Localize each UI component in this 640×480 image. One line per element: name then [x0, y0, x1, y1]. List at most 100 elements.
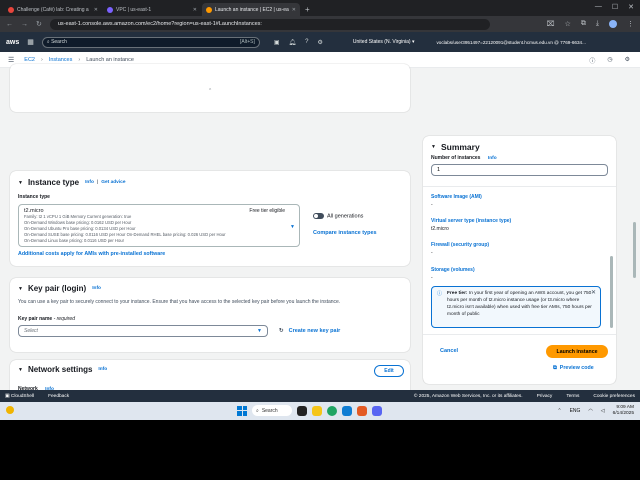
copyright-text: © 2025, Amazon Web Services, Inc. or its… — [413, 393, 523, 399]
region-selector[interactable]: United States (N. Virginia) ▾ — [353, 39, 415, 45]
download-icon[interactable]: ⤓ — [596, 20, 599, 28]
volume-icon[interactable]: ◁ — [601, 408, 605, 414]
close-icon[interactable]: ✕ — [591, 290, 596, 297]
breadcrumb-ec2[interactable]: EC2 — [24, 57, 35, 63]
wifi-icon[interactable]: ◠ — [588, 408, 592, 414]
file-explorer-icon[interactable] — [312, 405, 322, 416]
page-scrollbar[interactable] — [633, 222, 636, 278]
privacy-link[interactable]: Privacy — [537, 394, 553, 399]
tab-title: Challenge (Café) lab: Creating a — [17, 6, 89, 13]
menu-icon[interactable]: ☰ — [8, 56, 14, 64]
language-indicator[interactable]: ENG — [570, 408, 581, 414]
back-icon[interactable]: ← — [6, 21, 13, 28]
browser-tab-vpc[interactable]: VPC | us-east-1 ✕ — [103, 3, 201, 16]
chevron-up-icon[interactable]: ⌃ — [557, 408, 561, 414]
app-icon[interactable] — [357, 405, 367, 416]
clock-icon[interactable]: ◷ — [607, 56, 612, 65]
weather-widget[interactable] — [6, 406, 14, 414]
breadcrumb-instances[interactable]: Instances — [49, 57, 73, 63]
close-tab-icon[interactable]: ✕ — [193, 7, 197, 13]
settings-icon[interactable]: ⚙ — [318, 39, 323, 46]
collapse-caret-icon: ⌃ — [208, 88, 213, 94]
browser-actions: ⌧ ☆ ⧉ ⤓ ⋮ — [547, 20, 634, 28]
close-window-icon[interactable]: ✕ — [628, 3, 634, 11]
cloudshell-icon[interactable]: ▣ — [274, 39, 280, 46]
clock[interactable]: 9:09 AM 6/14/2025 — [613, 405, 634, 417]
gear-icon[interactable]: ⚙ — [625, 56, 630, 65]
preview-code-button[interactable]: ⧉ Preview code — [553, 365, 594, 372]
info-link[interactable]: Info — [98, 367, 107, 372]
caret-down-icon: ▼ — [290, 224, 295, 230]
maximize-icon[interactable]: ☐ — [612, 3, 618, 11]
launch-instance-button[interactable]: Launch instance — [546, 345, 608, 358]
expand-caret-icon[interactable]: ▼ — [18, 286, 23, 292]
chrome-icon[interactable] — [327, 405, 337, 416]
summary-firewall-link[interactable]: Firewall (security group) — [431, 242, 489, 248]
cookie-preferences-link[interactable]: Cookie preferences — [593, 394, 635, 399]
section-title: Summary — [440, 142, 480, 152]
reload-icon[interactable]: ↻ — [36, 20, 42, 28]
create-key-pair-link[interactable]: ↻ Create new key pair — [279, 328, 340, 334]
info-circle-icon[interactable]: ⓘ — [589, 56, 595, 65]
get-advice-link[interactable]: Get advice — [101, 180, 125, 185]
expand-caret-icon[interactable]: ▼ — [18, 180, 23, 186]
tab-title: Launch an instance | EC2 | us-ea — [215, 6, 289, 13]
info-link[interactable]: Info — [488, 156, 497, 161]
edge-icon[interactable] — [342, 405, 352, 416]
code-icon: ⧉ — [553, 365, 557, 371]
translate-icon[interactable]: ⌧ — [547, 20, 555, 28]
account-menu[interactable]: voclabs/user3951497=22120091@student.hcm… — [437, 40, 586, 45]
app-icon[interactable] — [372, 405, 382, 416]
minimize-icon[interactable]: — — [595, 3, 602, 11]
help-icon[interactable]: ? — [305, 39, 308, 46]
aws-search-input[interactable]: ⌕ Search [Alt+S] — [41, 36, 260, 48]
expand-caret-icon[interactable]: ▼ — [431, 144, 436, 150]
summary-scrollbar[interactable] — [610, 256, 613, 328]
tab-title: VPC | us-east-1 — [116, 6, 152, 13]
key-pair-name-label: Key pair name - required — [18, 316, 75, 322]
summary-instance-type-link[interactable]: Virtual server type (instance type) — [431, 218, 511, 224]
new-tab-icon[interactable]: + — [305, 5, 310, 14]
summary-ami-value: - — [431, 202, 433, 208]
profile-avatar[interactable] — [609, 20, 617, 28]
extensions-icon[interactable]: ⧉ — [581, 20, 586, 28]
bell-icon[interactable]: 🔔︎ — [289, 39, 297, 46]
cancel-button[interactable]: Cancel — [440, 348, 458, 354]
summary-ami-link[interactable]: Software Image (AMI) — [431, 194, 482, 200]
info-link[interactable]: Info — [92, 286, 101, 291]
free-tier-alert: ⓘ ✕ Free tier: In your first year of ope… — [431, 286, 601, 328]
instance-type-heading: ▼ Instance type Info | Get advice — [18, 178, 126, 187]
task-view-icon[interactable] — [297, 405, 307, 416]
instance-type-select[interactable]: t2.micro Free tier eligible Family: t2 1… — [18, 204, 300, 247]
forward-icon[interactable]: → — [21, 21, 28, 28]
toggle-switch[interactable] — [313, 213, 324, 219]
all-generations-toggle[interactable]: All generations — [313, 213, 363, 219]
section-title: Instance type — [27, 178, 80, 187]
additional-costs-link[interactable]: Additional costs apply for AMIs with pre… — [18, 251, 165, 257]
instance-count-input[interactable]: 1 — [431, 164, 608, 176]
browser-menu-icon[interactable]: ⋮ — [627, 20, 634, 28]
edit-network-button[interactable]: Edit — [374, 365, 404, 377]
chevron-right-icon: › — [40, 56, 43, 63]
services-grid-icon[interactable]: ▦ — [27, 38, 34, 46]
expand-caret-icon[interactable]: ▼ — [18, 367, 23, 373]
refresh-icon[interactable]: ↻ — [279, 328, 284, 334]
compare-instance-types-link[interactable]: Compare instance types — [313, 230, 377, 236]
terms-link[interactable]: Terms — [566, 394, 579, 399]
browser-tab-cafe-lab[interactable]: Challenge (Café) lab: Creating a ✕ — [4, 3, 102, 16]
cloudshell-link[interactable]: CloudShell — [11, 394, 34, 399]
taskbar-search[interactable]: ⌕ Search — [252, 405, 292, 416]
browser-tab-launch-instance[interactable]: Launch an instance | EC2 | us-ea ✕ — [202, 3, 300, 16]
close-tab-icon[interactable]: ✕ — [292, 7, 296, 13]
info-link[interactable]: Info — [85, 180, 94, 185]
key-pair-select[interactable]: Select ▼ — [18, 325, 268, 337]
summary-storage-link[interactable]: Storage (volumes) — [431, 267, 475, 273]
address-bar[interactable]: us-east-1.console.aws.amazon.com/ec2/hom… — [49, 18, 490, 30]
bookmark-star-icon[interactable]: ☆ — [565, 20, 571, 28]
aws-logo[interactable]: aws — [6, 39, 19, 46]
toggle-label: All generations — [327, 213, 364, 220]
close-tab-icon[interactable]: ✕ — [94, 7, 98, 13]
browser-toolbar: ← → ↻ us-east-1.console.aws.amazon.com/e… — [0, 16, 640, 32]
feedback-link[interactable]: Feedback — [48, 394, 69, 399]
windows-start-icon[interactable] — [237, 405, 247, 416]
